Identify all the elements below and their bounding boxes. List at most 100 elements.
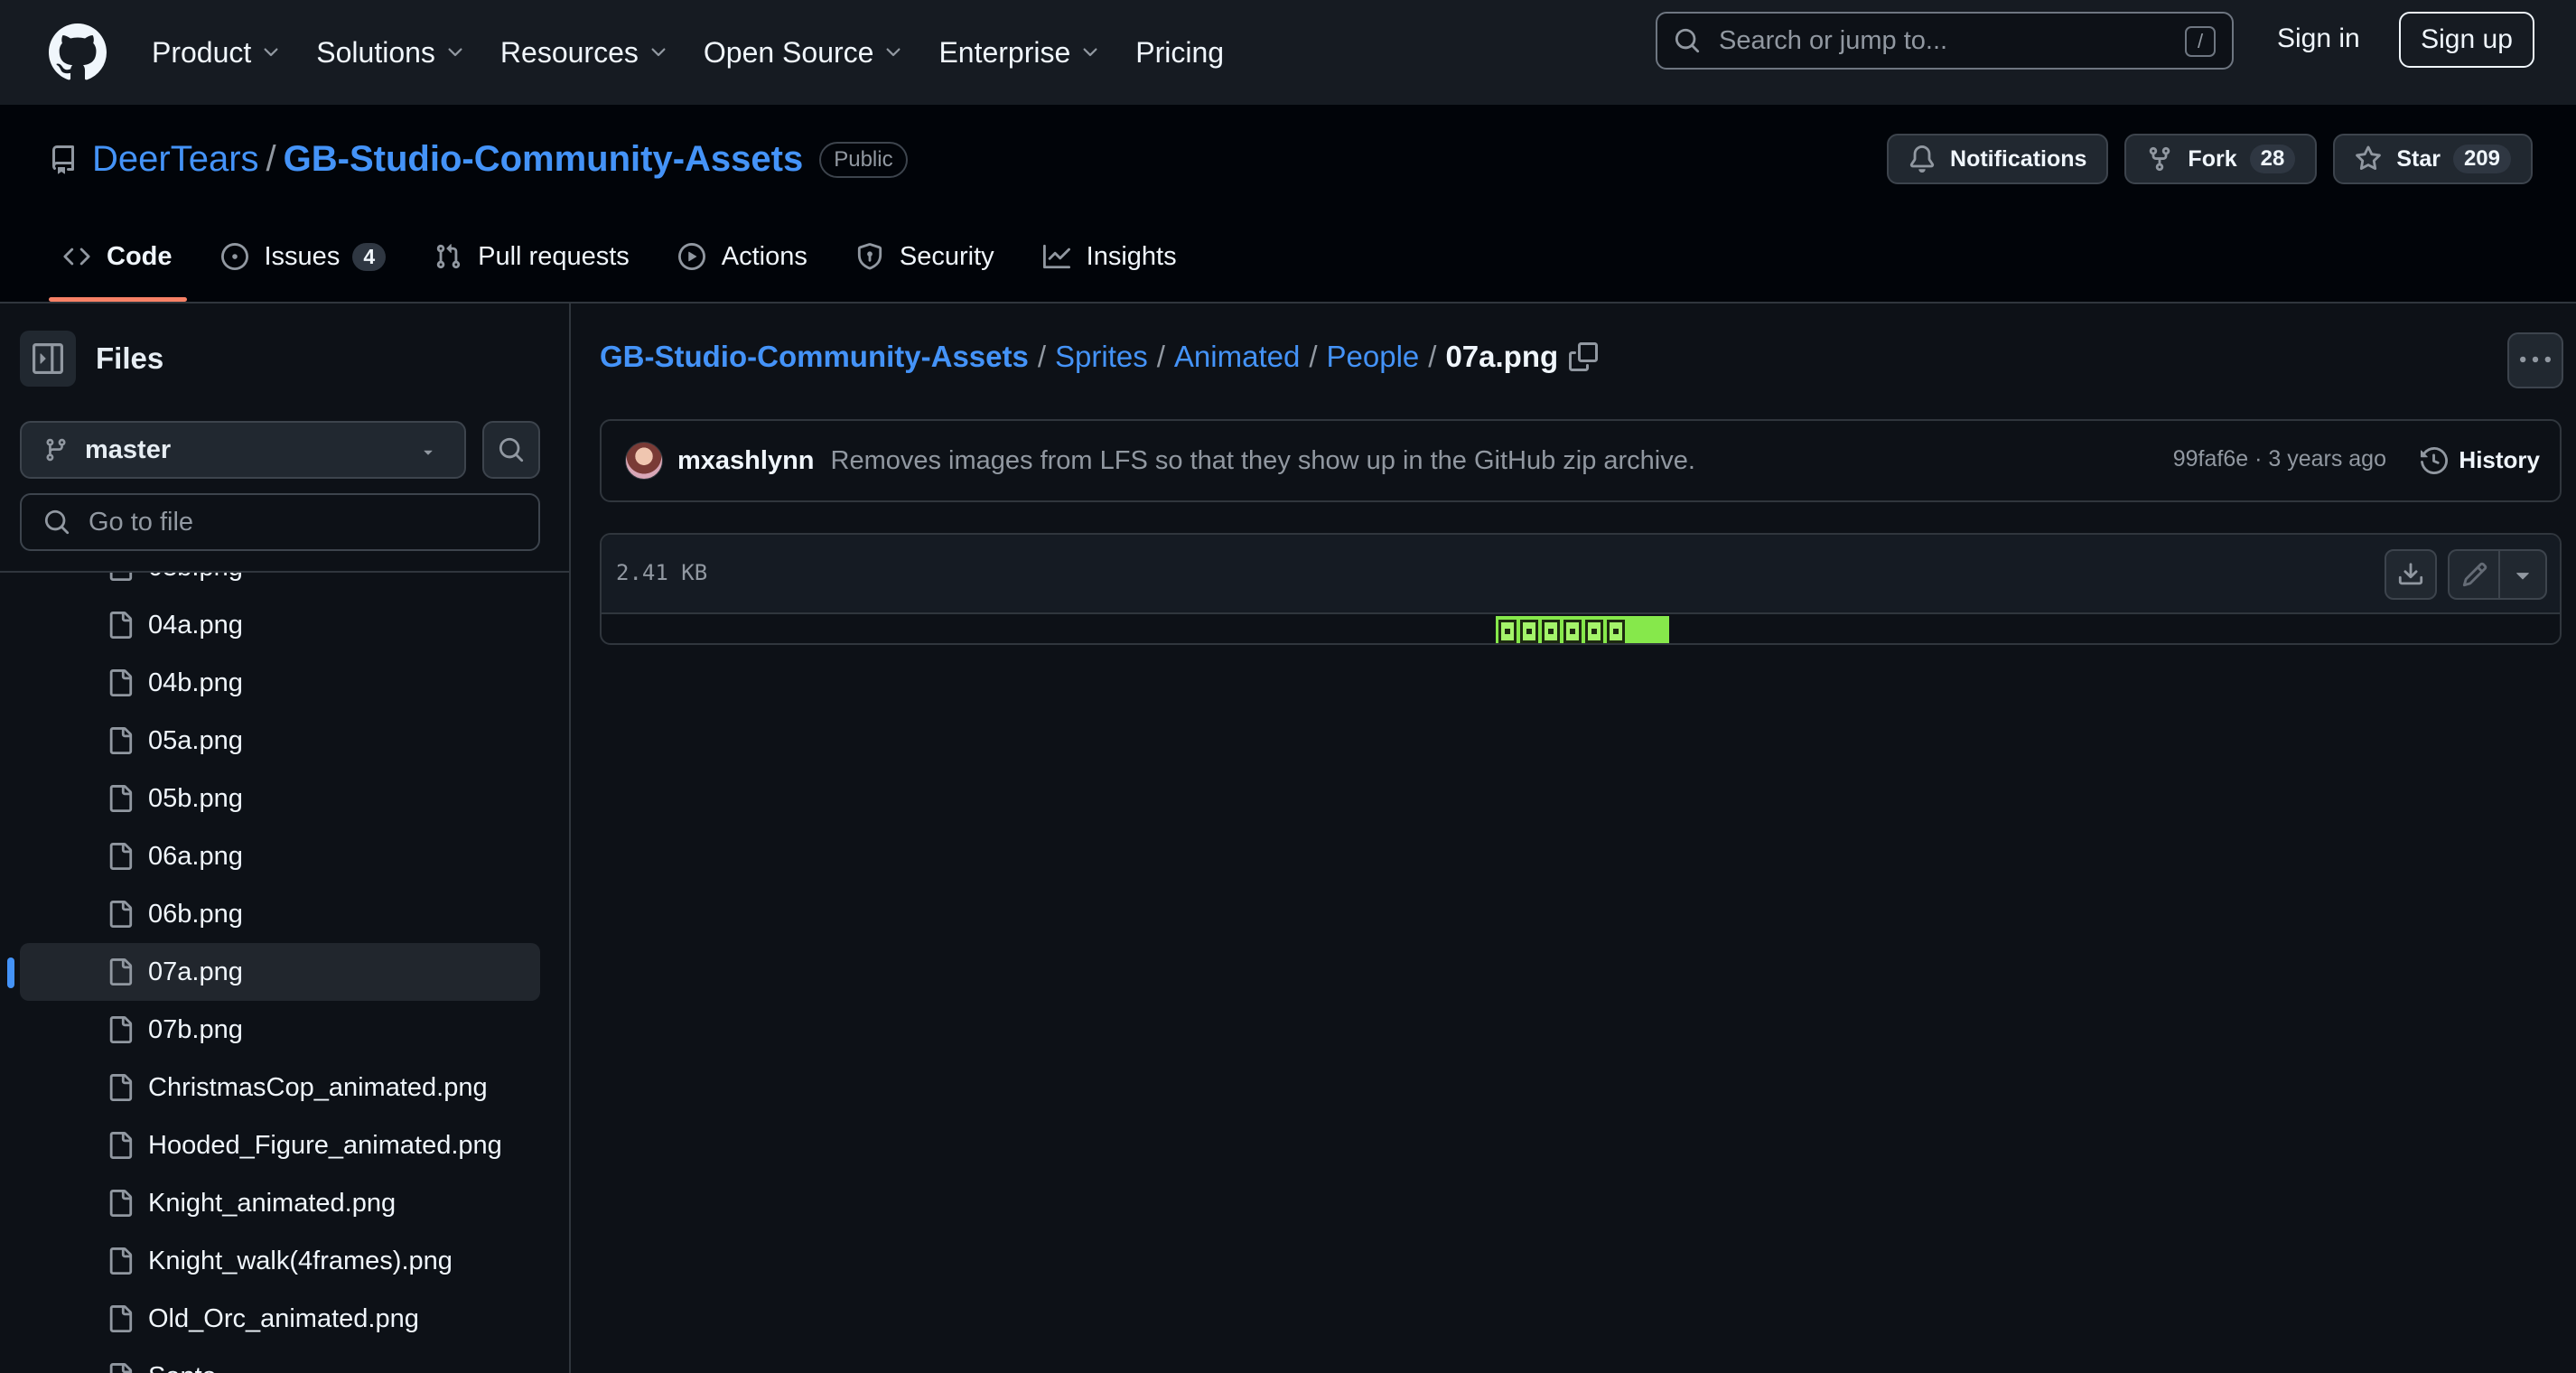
pull-request-icon [436, 244, 461, 269]
file-name: 04a.png [148, 610, 243, 640]
tab-label: Code [107, 241, 173, 271]
commit-author[interactable]: mxashlynn [677, 446, 815, 476]
sidebar-header: Files [20, 331, 163, 387]
file-tree-item[interactable]: Santa [20, 1348, 540, 1373]
search-icon [44, 509, 70, 535]
branch-icon [46, 438, 66, 462]
breadcrumb-link[interactable]: Animated [1174, 340, 1300, 374]
repo-name-link[interactable]: GB-Studio-Community-Assets [284, 139, 804, 180]
notifications-button[interactable]: Notifications [1887, 134, 2109, 184]
nav-pricing[interactable]: Pricing [1135, 36, 1224, 70]
fork-button[interactable]: Fork 28 [2124, 134, 2318, 184]
breadcrumb-separator: / [1037, 340, 1047, 373]
go-to-file-input[interactable]: Go to file [20, 493, 540, 551]
file-tree-item[interactable]: Hooded_Figure_animated.png [20, 1116, 540, 1174]
shield-icon [857, 243, 882, 270]
file-name: 07b.png [148, 1014, 243, 1044]
nav-solutions[interactable]: Solutions [316, 36, 466, 70]
history-icon [2421, 446, 2449, 474]
breadcrumb-root-link[interactable]: GB-Studio-Community-Assets [600, 340, 1029, 374]
file-icon [109, 1190, 133, 1217]
tab-pull-requests[interactable]: Pull requests [420, 229, 644, 284]
collapse-sidebar-button[interactable] [20, 331, 76, 387]
tab-actions[interactable]: Actions [664, 229, 822, 284]
file-tree-item[interactable]: 04b.png [20, 654, 540, 712]
nav-label: Resources [499, 35, 639, 69]
file-tree-item[interactable]: ChristmasCop_animated.png [20, 1059, 540, 1116]
branch-selector[interactable]: master [20, 421, 466, 479]
file-tree-item[interactable]: 04a.png [20, 596, 540, 654]
file-tree-item[interactable]: 07a.png [7, 943, 540, 1001]
file-name: Santa [148, 1362, 217, 1373]
avatar[interactable] [625, 442, 663, 480]
tab-insights[interactable]: Insights [1029, 229, 1191, 284]
file-tree-item[interactable]: 05b.png [20, 770, 540, 827]
breadcrumb-separator: / [1428, 340, 1437, 373]
chevron-down-icon [886, 48, 901, 57]
file-tree-item[interactable]: 06b.png [20, 885, 540, 943]
file-name: 06a.png [148, 841, 243, 871]
file-name: 05b.png [148, 783, 243, 813]
play-icon [677, 243, 705, 270]
breadcrumb-separator: / [1309, 340, 1318, 373]
commit-message[interactable]: Removes images from LFS so that they sho… [831, 446, 1695, 476]
file-tree-item[interactable]: 07b.png [20, 1001, 540, 1059]
breadcrumb-link[interactable]: People [1327, 340, 1420, 374]
repo-owner-link[interactable]: DeerTears [92, 139, 259, 180]
global-header: Product Solutions Resources Open Source Ente… [0, 0, 2576, 105]
file-icon [109, 669, 133, 696]
file-tree: 03b.png 04a.png 04b.png 05a.png 05b.png 06a.p… [0, 573, 569, 1373]
download-icon [2398, 563, 2423, 585]
tab-label: Pull requests [478, 241, 630, 271]
file-icon [109, 1016, 133, 1043]
edit-file-button[interactable] [2448, 549, 2500, 600]
commit-meta[interactable]: 99faf6e · 3 years ago [2173, 446, 2386, 472]
download-raw-button[interactable] [2385, 549, 2437, 600]
file-icon [109, 1305, 133, 1332]
caret-down-icon [2516, 573, 2529, 580]
search-files-button[interactable] [482, 421, 540, 479]
fork-icon [2150, 146, 2170, 172]
sprite-frame [1520, 620, 1538, 643]
file-name: Knight_walk(4frames).png [148, 1246, 453, 1275]
file-icon [109, 785, 133, 812]
nav-label: Solutions [316, 35, 435, 69]
nav-open-source[interactable]: Open Source [704, 36, 905, 70]
history-button[interactable]: History [2421, 446, 2540, 474]
breadcrumb-link[interactable]: Sprites [1055, 340, 1148, 374]
sign-in-link[interactable]: Sign in [2277, 23, 2360, 54]
latest-commit-bar: mxashlynn Removes images from LFS so tha… [600, 419, 2562, 502]
nav-resources[interactable]: Resources [500, 36, 669, 70]
sprite-frame [1542, 620, 1560, 643]
file-tree-item[interactable]: Knight_animated.png [20, 1174, 540, 1232]
copy-path-icon[interactable] [1569, 342, 1599, 371]
file-name: Hooded_Figure_animated.png [148, 1130, 502, 1160]
branch-name: master [85, 434, 172, 464]
sign-up-button[interactable]: Sign up [2399, 12, 2534, 68]
file-tree-item[interactable]: 05a.png [20, 712, 540, 770]
graph-icon [1042, 244, 1070, 269]
tab-label: Actions [721, 241, 807, 271]
github-logo-icon[interactable] [49, 23, 107, 81]
tab-count: 4 [352, 242, 387, 271]
file-tree-item[interactable]: Knight_walk(4frames).png [20, 1232, 540, 1290]
nav-product[interactable]: Product [152, 36, 282, 70]
file-tree-item[interactable]: Old_Orc_animated.png [20, 1290, 540, 1348]
nav-label: Enterprise [938, 35, 1071, 69]
file-name: 07a.png [148, 957, 243, 986]
file-icon [109, 573, 133, 581]
tab-issues[interactable]: Issues 4 [207, 229, 401, 284]
tab-code[interactable]: Code [49, 229, 187, 302]
file-tree-item[interactable]: 06a.png [20, 827, 540, 885]
kebab-horizontal-icon [2520, 356, 2551, 363]
tab-security[interactable]: Security [842, 229, 1009, 284]
file-icon [109, 843, 133, 870]
file-tree-item[interactable]: 03b.png [20, 573, 540, 596]
star-button[interactable]: Star 209 [2333, 134, 2533, 184]
repo-title: DeerTears / GB-Studio-Community-Assets P… [49, 139, 908, 180]
edit-options-dropdown[interactable] [2498, 549, 2547, 600]
nav-enterprise[interactable]: Enterprise [938, 36, 1101, 70]
go-to-file-placeholder: Go to file [89, 507, 194, 537]
search-input[interactable]: Search or jump to... / [1656, 12, 2234, 70]
more-options-button[interactable] [2507, 332, 2563, 388]
